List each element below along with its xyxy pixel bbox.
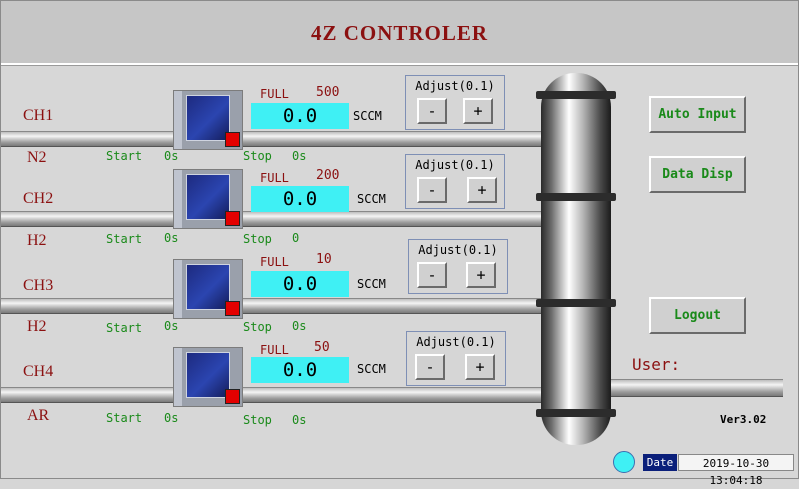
gas-pipe (1, 131, 561, 147)
adjust-panel: Adjust(0.1) - + (408, 239, 508, 294)
column-flange (536, 91, 616, 99)
adjust-label: Adjust(0.1) (416, 335, 496, 349)
channel-name: CH1 (23, 107, 54, 124)
decrease-button[interactable]: - (417, 177, 447, 203)
output-pipe (606, 379, 783, 397)
column-flange (536, 299, 616, 307)
start-label: Start (106, 149, 143, 163)
logout-button[interactable]: Logout (649, 297, 746, 334)
page-title: 4Z CONTROLER (310, 21, 489, 45)
stop-label: Stop (243, 149, 272, 163)
gas-type: H2 (27, 318, 47, 335)
gas-pipe (1, 387, 561, 403)
auto-input-button[interactable]: Auto Input (649, 96, 746, 133)
status-dot-icon (613, 451, 635, 473)
start-time: 0s (164, 411, 179, 425)
flow-unit: SCCM (357, 277, 386, 291)
full-scale-value: 200 (316, 168, 340, 183)
column-flange (536, 193, 616, 201)
gas-type: AR (27, 407, 50, 424)
date-label: Date (643, 454, 677, 471)
mass-flow-controller-icon (173, 169, 243, 229)
stop-time: 0s (292, 413, 307, 427)
reactor-column-icon (541, 73, 611, 445)
channel-name: CH3 (23, 277, 54, 294)
full-label: FULL (260, 343, 289, 357)
stop-label: Stop (243, 320, 272, 334)
stop-label: Stop (243, 232, 272, 246)
stop-time: 0 (292, 231, 300, 245)
stop-time: 0s (292, 149, 307, 163)
flow-unit: SCCM (357, 192, 386, 206)
flow-readout: 0.0 (251, 271, 349, 297)
status-indicator-icon (225, 211, 240, 226)
adjust-label: Adjust(0.1) (415, 158, 495, 172)
mass-flow-controller-icon (173, 347, 243, 407)
full-scale-value: 50 (314, 340, 330, 355)
increase-button[interactable]: + (463, 98, 493, 124)
mass-flow-controller-icon (173, 90, 243, 150)
flow-readout: 0.0 (251, 186, 349, 212)
increase-button[interactable]: + (466, 262, 496, 288)
adjust-panel: Adjust(0.1) - + (405, 75, 505, 130)
gas-type: H2 (27, 232, 47, 249)
version-label: Ver3.02 (720, 413, 767, 426)
header-bar: 4Z CONTROLER (1, 1, 798, 65)
status-indicator-icon (225, 389, 240, 404)
channel-name: CH2 (23, 190, 54, 207)
gas-type: N2 (27, 149, 47, 166)
full-label: FULL (260, 255, 289, 269)
flow-readout: 0.0 (251, 357, 349, 383)
main-window: 4Z CONTROLER CH1 N2 FULL 500 0.0 SCCM Ad… (0, 0, 799, 487)
status-indicator-icon (225, 132, 240, 147)
datetime-display: 2019-10-30 13:04:18 (678, 454, 794, 487)
start-time: 0s (164, 149, 179, 163)
gas-pipe (1, 211, 561, 227)
adjust-panel: Adjust(0.1) - + (405, 154, 505, 209)
full-scale-value: 500 (316, 85, 340, 100)
start-time: 0s (164, 231, 179, 245)
data-disp-button[interactable]: Data Disp (649, 156, 746, 193)
stop-label: Stop (243, 413, 272, 427)
full-label: FULL (260, 171, 289, 185)
start-time: 0s (164, 319, 179, 333)
decrease-button[interactable]: - (417, 262, 447, 288)
gas-pipe (1, 298, 561, 314)
adjust-panel: Adjust(0.1) - + (406, 331, 506, 386)
flow-readout: 0.0 (251, 103, 349, 129)
decrease-button[interactable]: - (415, 354, 445, 380)
mass-flow-controller-icon (173, 259, 243, 319)
flow-unit: SCCM (357, 362, 386, 376)
full-label: FULL (260, 87, 289, 101)
column-flange (536, 409, 616, 417)
flow-unit: SCCM (353, 109, 382, 123)
increase-button[interactable]: + (465, 354, 495, 380)
full-scale-value: 10 (316, 252, 332, 267)
start-label: Start (106, 232, 143, 246)
decrease-button[interactable]: - (417, 98, 447, 124)
stop-time: 0s (292, 319, 307, 333)
start-label: Start (106, 411, 143, 425)
channel-name: CH4 (23, 363, 54, 380)
adjust-label: Adjust(0.1) (415, 79, 495, 93)
increase-button[interactable]: + (467, 177, 497, 203)
status-indicator-icon (225, 301, 240, 316)
start-label: Start (106, 321, 143, 335)
user-label: User: (632, 355, 681, 374)
adjust-label: Adjust(0.1) (418, 243, 498, 257)
